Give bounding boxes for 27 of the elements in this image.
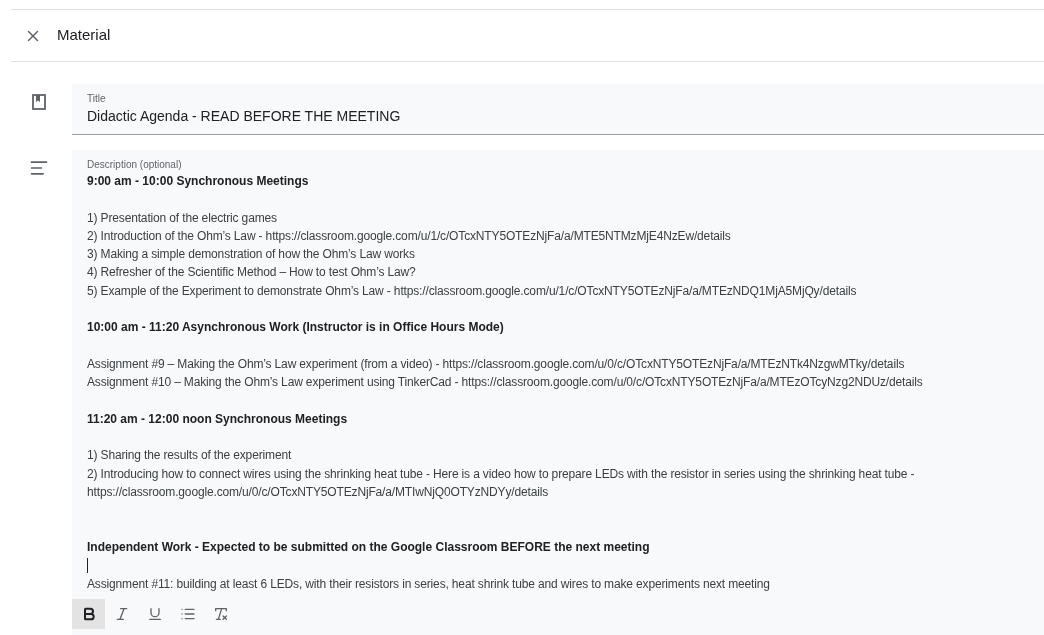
description-line: 1) Presentation of the electric games xyxy=(87,209,278,227)
description-line: 3) Making a simple demonstration of how the Ohm’s Law works xyxy=(87,246,416,264)
underline-icon xyxy=(146,605,163,622)
description-field[interactable] xyxy=(72,150,1044,635)
bold-button[interactable] xyxy=(72,598,105,629)
description-line: 1) Sharing the results of the experiment xyxy=(87,447,293,465)
description-line: Assignment #10 – Making the Ohm’s Law experiment using TinkerCad - https://classroom.google.com/u/0/c/OTcxNTY5OTEzNjFa/a/MTEzOTcyNzg2NDUz/details xyxy=(87,374,924,392)
section-heading: 10:00 am - 11:20 Asynchronous Work (Instructor is in Office Hours Mode) xyxy=(87,319,505,337)
section-heading: Independent Work - Expected to be submitted on the Google Classroom BEFORE the next meeting xyxy=(87,538,651,556)
description-line: Assignment #9 – Making the Ohm’s Law experiment (from a video) - https://classroom.google.com/u/0/c/OTcxNTY5OTEzNjFa/a/MTEzNTk4NzgwMTky/details xyxy=(87,355,906,373)
description-line: 2) Introducing how to connect wires using the shrinking heat tube - Here is a video how to prepare LEDs with the resistor in series using the shrinking heat tube - xyxy=(87,465,916,483)
section-heading: 9:00 am - 10:00 Synchronous Meetings xyxy=(87,173,310,190)
field-label: Title xyxy=(87,93,107,105)
text-cursor xyxy=(87,557,88,573)
description-line: 4) Refresher of the Scientific Method – How to test Ohm’s Law? xyxy=(87,264,417,282)
bookmark-icon xyxy=(32,94,46,110)
title-field[interactable]: Title Didactic Agenda - READ BEFORE THE MEETING xyxy=(72,84,1044,135)
field-label: Description (optional) xyxy=(87,159,183,171)
description-line: 5) Example of the Experiment to demonstrate Ohm’s Law - https://classroom.google.com/u/1/c/OTcxNTY5OTEzNjFa/a/MTEzNDQ1MjA5MjQy/details xyxy=(87,282,858,300)
description-icon xyxy=(29,158,49,178)
section-heading: 11:20 am - 12:00 noon Synchronous Meetings xyxy=(87,410,349,428)
description-line: 2) Introduction of the Ohm’s Law - https://classroom.google.com/u/1/c/OTcxNTY5OTEzNjFa/a/MTE5NTMzMjE4NzEw/details xyxy=(87,227,732,245)
description-line: Assignment #11: building at least 6 LEDs, with their resistors in series, heat shrink tube and wires to make experiments next meeting xyxy=(87,575,771,593)
description-line: https://classroom.google.com/u/0/c/OTcxNTY5OTEzNjFa/a/MTIwNjQ0OTYzNDYy/details xyxy=(87,484,550,502)
clear-formatting-icon xyxy=(212,605,229,622)
dialog-title: Material xyxy=(57,25,111,46)
title-text: Didactic Agenda - READ BEFORE THE MEETING xyxy=(87,107,402,126)
